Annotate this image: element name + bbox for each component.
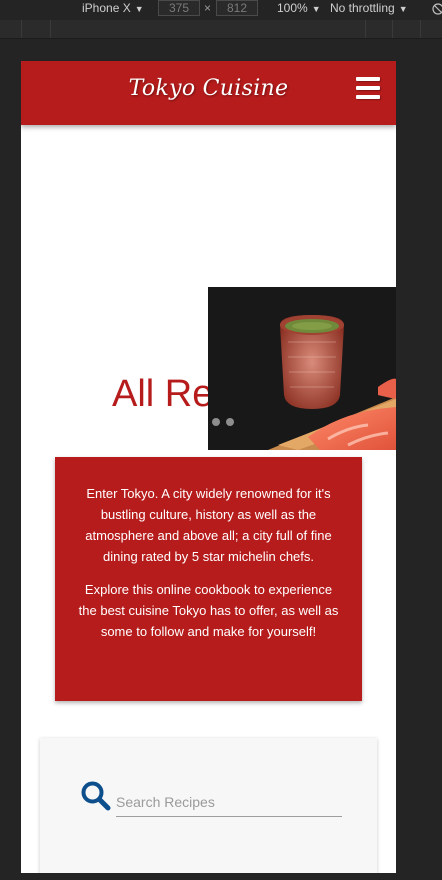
intro-paragraph: Explore this online cookbook to experien… xyxy=(78,582,339,639)
image-slider[interactable] xyxy=(208,287,396,450)
slider-dot[interactable] xyxy=(212,418,220,426)
dimension-separator: × xyxy=(204,1,212,15)
navbar: Tokyo Cuisine xyxy=(21,61,396,125)
zoom-label: 100% xyxy=(277,1,308,15)
intro-card: Enter Tokyo. A city widely renowned for … xyxy=(55,457,362,701)
device-select[interactable]: iPhone X ▼ xyxy=(82,0,144,20)
chevron-down-icon: ▼ xyxy=(398,4,408,14)
hamburger-menu-icon[interactable] xyxy=(356,77,380,99)
chevron-down-icon: ▼ xyxy=(134,4,144,14)
zoom-select[interactable]: 100% ▼ xyxy=(277,0,321,20)
brand-logo[interactable]: Tokyo Cuisine xyxy=(21,61,396,117)
device-label: iPhone X xyxy=(82,1,131,15)
rotate-icon[interactable] xyxy=(432,3,442,15)
height-field[interactable] xyxy=(216,0,258,16)
throttling-select[interactable]: No throttling ▼ xyxy=(330,0,408,20)
search-card xyxy=(40,738,377,873)
devtools-toolbar: iPhone X▼ × 100%▼ No throttling▼ xyxy=(0,0,442,20)
slider-dots xyxy=(212,411,240,430)
width-field[interactable] xyxy=(158,0,200,16)
media-query-bar xyxy=(0,20,442,39)
intro-paragraph: Enter Tokyo. A city widely renowned for … xyxy=(85,486,332,564)
device-viewport: Tokyo Cuisine All Re Enter Tokyo. A city… xyxy=(21,61,396,873)
search-input[interactable] xyxy=(116,788,342,817)
slider-dot[interactable] xyxy=(226,418,234,426)
search-icon[interactable] xyxy=(80,780,112,812)
throttling-label: No throttling xyxy=(330,1,395,15)
page-heading: All Re xyxy=(112,373,214,415)
chevron-down-icon: ▼ xyxy=(311,4,321,14)
